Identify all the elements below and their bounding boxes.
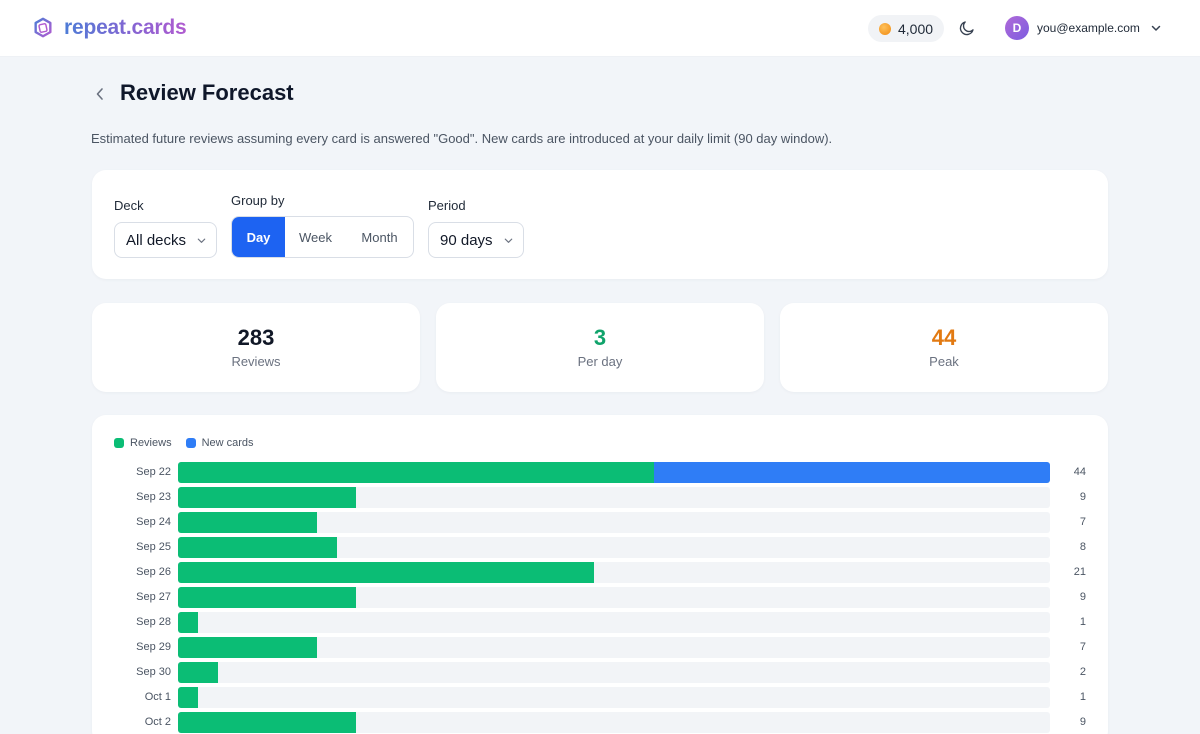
period-select-value: 90 days: [440, 231, 493, 249]
coin-icon: [879, 22, 891, 35]
group-by-toggle: Day Week Month: [231, 216, 414, 258]
chart-row: Sep 24 7: [92, 512, 1108, 534]
row-date-label: Oct 2: [144, 716, 171, 728]
group-by-week-button[interactable]: Week: [285, 217, 346, 257]
page-subtitle: Estimated future reviews assuming every …: [91, 131, 833, 146]
filters-panel: Deck All decks Group by Day Week Month P…: [92, 170, 1108, 279]
group-by-month-button[interactable]: Month: [346, 217, 413, 257]
group-by-label: Group by: [231, 193, 285, 208]
deck-label: Deck: [114, 198, 144, 213]
chart-row: Sep 22 44: [92, 462, 1108, 484]
moon-icon[interactable]: [958, 19, 976, 37]
bar-reviews[interactable]: [178, 537, 337, 558]
bar-reviews[interactable]: [178, 637, 317, 658]
chart-row: Sep 28 1: [92, 612, 1108, 634]
bar-new-cards[interactable]: [653, 462, 1050, 483]
coin-count: 4,000: [898, 20, 934, 37]
bar-reviews[interactable]: [178, 612, 198, 633]
chart-row: Oct 1 1: [92, 687, 1108, 709]
row-date-label: Sep 26: [136, 566, 171, 578]
row-total-label: 21: [1073, 566, 1086, 578]
bar-track: [178, 487, 1050, 508]
chevron-down-icon: [504, 238, 513, 243]
bar-track: [178, 712, 1050, 733]
bar-reviews[interactable]: [178, 712, 357, 733]
stat-card-peak: 44 Peak: [780, 303, 1108, 392]
chart-row: Sep 30 2: [92, 662, 1108, 684]
stat-value: 3: [593, 325, 607, 350]
stat-value: 44: [931, 325, 957, 350]
row-date-label: Oct 1: [144, 691, 171, 703]
brand-name: repeat.cards: [64, 16, 187, 39]
period-select[interactable]: 90 days: [428, 222, 524, 258]
row-total-label: 9: [1079, 591, 1086, 603]
stat-label: Per day: [577, 354, 623, 369]
period-label: Period: [428, 198, 466, 213]
deck-select-value: All decks: [126, 231, 187, 249]
chart-bars: Sep 22 44 Sep 23 9 Sep 24 7 Sep 25 8 Sep 26 21 Sep…: [92, 415, 1108, 734]
bar-track: [178, 662, 1050, 683]
chart-row: Sep 27 9: [92, 587, 1108, 609]
row-date-label: Sep 24: [136, 516, 171, 528]
user-menu[interactable]: D you@example.com: [1005, 16, 1162, 40]
user-email: you@example.com: [1037, 21, 1140, 35]
back-chevron-icon[interactable]: [92, 85, 108, 103]
logo-icon: [34, 17, 52, 38]
bar-track: [178, 512, 1050, 533]
bar-track: [178, 537, 1050, 558]
forecast-chart: Reviews New cards Sep 22 44 Sep 23 9 Sep 24 7…: [92, 415, 1108, 734]
bar-track: [178, 687, 1050, 708]
bar-track: [178, 562, 1050, 583]
brand-logo[interactable]: repeat.cards: [32, 16, 187, 40]
bar-track: [178, 612, 1050, 633]
bar-reviews[interactable]: [178, 662, 218, 683]
row-date-label: Sep 29: [136, 641, 171, 653]
row-date-label: Sep 22: [136, 466, 171, 478]
bar-reviews[interactable]: [178, 562, 595, 583]
row-total-label: 8: [1079, 541, 1086, 553]
row-total-label: 9: [1079, 716, 1086, 728]
bar-reviews[interactable]: [178, 462, 654, 483]
row-date-label: Sep 23: [136, 491, 171, 503]
row-total-label: 9: [1079, 491, 1086, 503]
bar-track: [178, 462, 1050, 483]
row-date-label: Sep 27: [136, 591, 171, 603]
chart-row: Sep 25 8: [92, 537, 1108, 559]
chart-row: Oct 2 9: [92, 712, 1108, 734]
bar-track: [178, 637, 1050, 658]
group-by-day-button[interactable]: Day: [232, 217, 285, 257]
stat-value: 283: [237, 325, 275, 350]
bar-reviews[interactable]: [178, 487, 357, 508]
row-date-label: Sep 28: [136, 616, 171, 628]
row-total-label: 44: [1073, 466, 1086, 478]
row-total-label: 1: [1079, 691, 1086, 703]
top-bar: repeat.cards 4,000 D you@example.com: [0, 0, 1200, 57]
row-total-label: 7: [1079, 641, 1086, 653]
stat-label: Reviews: [231, 354, 281, 369]
page-title: Review Forecast: [120, 80, 294, 105]
chart-row: Sep 23 9: [92, 487, 1108, 509]
avatar: D: [1005, 16, 1029, 40]
chart-row: Sep 26 21: [92, 562, 1108, 584]
row-total-label: 1: [1079, 616, 1086, 628]
bar-track: [178, 587, 1050, 608]
stat-label: Peak: [929, 354, 959, 369]
chart-row: Sep 29 7: [92, 637, 1108, 659]
row-date-label: Sep 30: [136, 666, 171, 678]
bar-reviews[interactable]: [178, 512, 317, 533]
row-date-label: Sep 25: [136, 541, 171, 553]
coin-balance[interactable]: 4,000: [868, 15, 944, 42]
row-total-label: 7: [1079, 516, 1086, 528]
stat-card-per-day: 3 Per day: [436, 303, 764, 392]
stat-card-reviews: 283 Reviews: [92, 303, 420, 392]
chevron-down-icon: [1151, 25, 1161, 31]
chevron-down-icon: [197, 238, 206, 243]
bar-reviews[interactable]: [178, 687, 198, 708]
row-total-label: 2: [1079, 666, 1086, 678]
deck-select[interactable]: All decks: [114, 222, 217, 258]
bar-reviews[interactable]: [178, 587, 357, 608]
